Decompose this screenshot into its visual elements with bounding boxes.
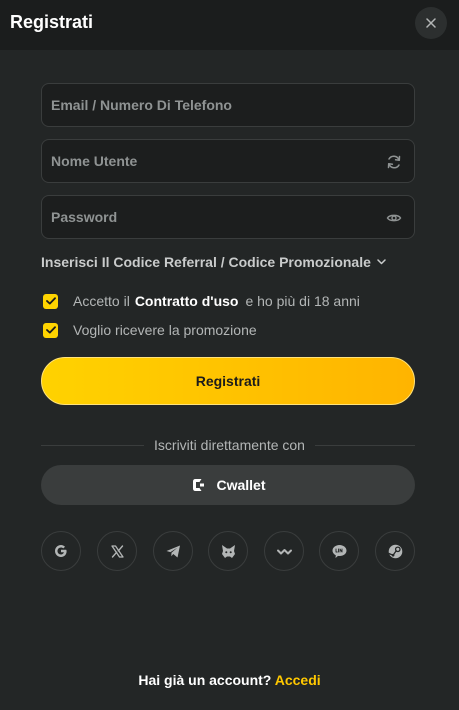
login-prompt: Hai già un account? [138,672,272,688]
google-icon [55,545,67,557]
email-field-wrapper [41,83,415,127]
line-icon [332,544,346,558]
username-field-wrapper [41,139,415,183]
steam-login-button[interactable] [375,531,415,571]
eye-icon[interactable] [386,210,402,226]
x-icon [110,544,124,558]
divider-label: Iscriviti direttamente con [144,437,315,453]
referral-code-toggle[interactable]: Inserisci Il Codice Referral / Codice Pr… [41,254,386,270]
promo-checkbox[interactable] [43,322,58,338]
register-button[interactable]: Registrati [41,357,415,405]
close-icon [426,18,436,28]
page-title: Registrati [10,12,94,32]
line-login-button[interactable] [319,531,359,571]
divider-label-wrapper: Iscriviti direttamente con [0,437,459,453]
promo-label: Voglio ricevere la promozione [73,322,257,338]
checkmark-icon [45,326,56,334]
terms-checkbox[interactable] [43,293,58,309]
username-field[interactable] [42,140,414,182]
terms-prefix: Accetto il [73,293,130,309]
checkmark-icon [45,297,56,305]
refresh-icon[interactable] [386,154,402,170]
google-login-button[interactable] [41,531,81,571]
footer: Hai già un account? Accedi [0,672,459,688]
steam-icon [388,544,402,558]
email-field[interactable] [42,84,414,126]
password-field[interactable] [42,196,414,238]
terms-row: Accetto il Contratto d'uso e ho più di 1… [43,293,360,309]
walletconnect-icon [276,548,292,554]
login-link[interactable]: Accedi [275,672,321,688]
promo-row: Voglio ricevere la promozione [43,322,257,338]
close-button[interactable] [415,7,447,39]
password-field-wrapper [41,195,415,239]
modal-header: Registrati [0,0,459,50]
terms-suffix: e ho più di 18 anni [245,293,360,309]
metamask-login-button[interactable] [208,531,248,571]
x-login-button[interactable] [97,531,137,571]
cwallet-label: Cwallet [216,477,266,493]
cwallet-button[interactable]: Cwallet [41,465,415,505]
terms-link[interactable]: Contratto d'uso [135,293,239,309]
chevron-down-icon [377,259,386,265]
walletconnect-login-button[interactable] [264,531,304,571]
telegram-login-button[interactable] [153,531,193,571]
metamask-icon [221,544,235,558]
telegram-icon [166,545,180,557]
referral-label: Inserisci Il Codice Referral / Codice Pr… [41,254,371,270]
cwallet-icon [193,479,205,491]
